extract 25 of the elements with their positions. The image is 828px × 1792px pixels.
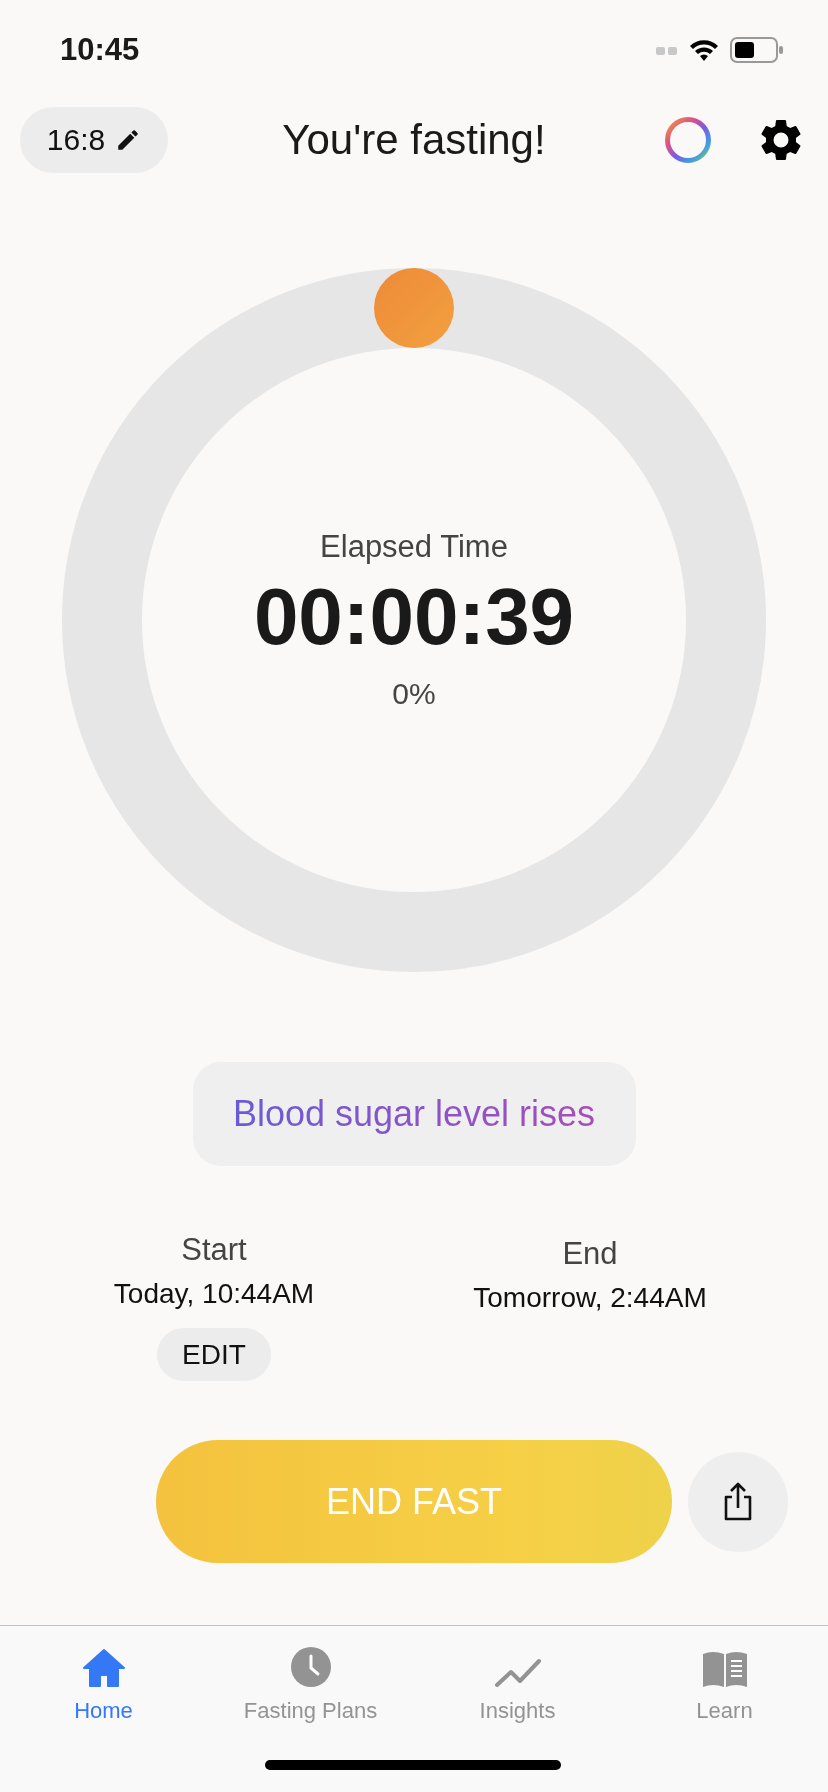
elapsed-label: Elapsed Time bbox=[320, 529, 508, 565]
tab-item[interactable]: Fasting Plans bbox=[207, 1638, 414, 1730]
wifi-icon bbox=[688, 38, 720, 62]
clock-icon bbox=[289, 1646, 332, 1688]
edit-button[interactable]: EDIT bbox=[157, 1328, 271, 1381]
end-fast-button[interactable]: END FAST bbox=[156, 1440, 672, 1563]
screen-title: You're fasting! bbox=[282, 116, 546, 164]
start-label: Start bbox=[181, 1231, 247, 1269]
end-time: Tomorrow, 2:44AM bbox=[473, 1281, 707, 1315]
ring-icon[interactable] bbox=[664, 116, 712, 164]
progress-percent: 0% bbox=[392, 677, 436, 711]
tab-item[interactable]: Insights bbox=[414, 1638, 621, 1730]
end-label: End bbox=[562, 1235, 618, 1273]
signal-icon bbox=[656, 45, 678, 55]
clock-time: 10:45 bbox=[60, 32, 140, 68]
home-icon bbox=[81, 1648, 126, 1688]
tab-item[interactable]: Learn bbox=[621, 1638, 828, 1730]
elapsed-time: 00:00:39 bbox=[253, 571, 575, 663]
start-time: Today, 10:44AM bbox=[113, 1277, 315, 1311]
share-icon bbox=[722, 1481, 754, 1522]
battery-icon bbox=[730, 37, 784, 63]
plan-button[interactable]: 16:8 bbox=[20, 107, 168, 173]
tab-item[interactable]: Home bbox=[0, 1638, 207, 1730]
trend-line-icon bbox=[493, 1658, 542, 1688]
book-icon bbox=[700, 1650, 749, 1688]
